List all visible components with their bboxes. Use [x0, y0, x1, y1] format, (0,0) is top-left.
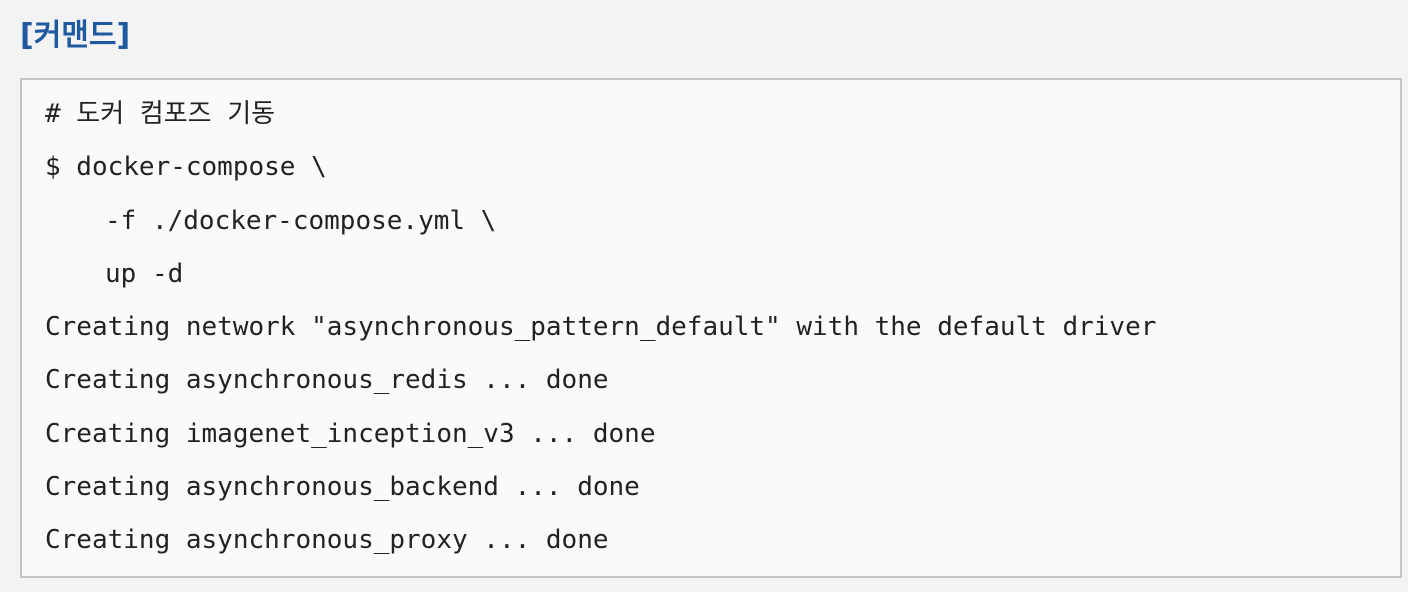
section-label: [커맨드]	[20, 18, 131, 53]
code-line-output-redis: Creating asynchronous_redis ... done	[45, 365, 609, 396]
code-line-up-flag: up -d	[105, 258, 184, 289]
code-line-output-inception: Creating imagenet_inception_v3 ... done	[45, 418, 656, 449]
code-lines: # 도커 컴포즈 기동 $ docker-compose \ -f ./dock…	[45, 92, 1156, 572]
code-line-file-flag: -f ./docker-compose.yml \	[105, 205, 497, 236]
code-line-comment: # 도커 컴포즈 기동	[45, 99, 276, 129]
code-line-output-backend: Creating asynchronous_backend ... done	[45, 472, 640, 503]
code-block: # 도커 컴포즈 기동 $ docker-compose \ -f ./dock…	[20, 78, 1402, 578]
code-line-command: $ docker-compose \	[45, 152, 327, 183]
code-line-output-network: Creating network "asynchronous_pattern_d…	[45, 312, 1157, 343]
code-line-output-proxy: Creating asynchronous_proxy ... done	[45, 525, 609, 556]
